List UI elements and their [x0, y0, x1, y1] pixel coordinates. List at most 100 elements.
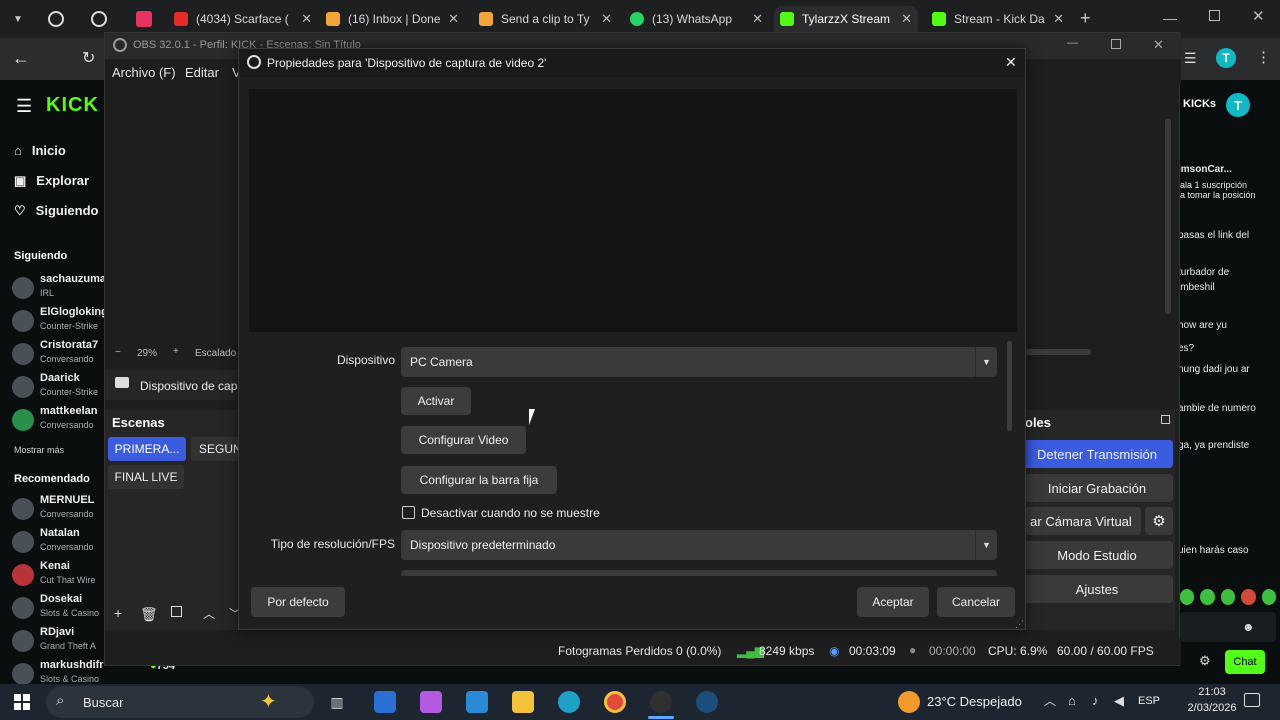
profile-icon[interactable] — [91, 11, 107, 27]
recommended-item[interactable]: RDjavi Grand Theft A — [12, 626, 107, 656]
scene-item[interactable]: FINAL LIVE — [108, 465, 184, 489]
network-icon[interactable]: ⌂ — [1068, 693, 1076, 708]
minimize-icon[interactable]: — — [1163, 10, 1177, 26]
back-icon[interactable]: ← — [12, 48, 30, 69]
menu-editar[interactable]: Editar — [185, 65, 219, 80]
preview-scrollbar[interactable] — [1021, 349, 1091, 355]
virtual-camera-settings-gear-icon[interactable]: ⚙ — [1145, 507, 1173, 535]
chat-input[interactable] — [1180, 612, 1276, 642]
browser-tab[interactable]: (13) WhatsApp ✕ — [624, 6, 769, 32]
cancel-button[interactable]: Cancelar — [937, 587, 1015, 617]
emote-icon[interactable] — [1261, 589, 1277, 605]
start-button[interactable] — [14, 694, 30, 710]
outlook-icon[interactable] — [374, 691, 396, 713]
resize-grip-icon[interactable]: ⋰ — [1015, 619, 1024, 630]
recommended-item[interactable]: MERNUEL Conversando — [12, 494, 107, 524]
microphone-icon[interactable]: ♪ — [1092, 693, 1099, 708]
task-view-icon[interactable]: ▥ — [326, 691, 348, 713]
reload-icon[interactable]: ↻ — [82, 48, 95, 68]
close-window-icon[interactable]: ✕ — [1252, 7, 1265, 25]
weather-text[interactable]: 23°C Despejado — [927, 694, 1022, 709]
configure-video-button[interactable]: Configurar Video — [401, 426, 526, 454]
close-tab-icon[interactable]: ✕ — [1053, 11, 1064, 27]
reading-list-icon[interactable]: ☰ — [1184, 50, 1197, 67]
nav-inicio[interactable]: ⌂ Inicio — [14, 143, 66, 158]
move-up-icon[interactable]: ︿ — [203, 605, 215, 622]
profile-icon[interactable] — [48, 11, 64, 27]
maximize-icon[interactable] — [1209, 10, 1220, 21]
copilot-icon[interactable] — [420, 691, 442, 713]
browser-tab[interactable]: Stream - Kick Da ✕ — [926, 6, 1070, 32]
user-avatar[interactable]: T — [1226, 93, 1250, 117]
maximize-icon[interactable] — [1111, 39, 1121, 49]
new-tab-button[interactable]: + — [1080, 8, 1091, 29]
volume-icon[interactable]: ◀ — [1114, 693, 1124, 709]
steam-icon[interactable] — [696, 691, 718, 713]
browser-tab[interactable]: (16) Inbox | Done ✕ — [320, 6, 465, 32]
activate-button[interactable]: Activar — [401, 387, 471, 415]
recommended-item[interactable]: Natalan Conversando — [12, 527, 107, 557]
settings-button[interactable]: Ajustes — [1021, 575, 1173, 603]
menu-archivo[interactable]: Archivo (F) — [112, 65, 176, 80]
scene-item-selected[interactable]: PRIMERA... — [108, 437, 186, 461]
emote-icon[interactable] — [1180, 589, 1195, 605]
studio-mode-button[interactable]: Modo Estudio — [1021, 541, 1173, 569]
following-item[interactable]: mattkeelan Conversando — [12, 405, 107, 435]
zoom-in-icon[interactable]: + — [173, 346, 179, 357]
taskbar-search[interactable]: ⌕ Buscar ✦ — [46, 686, 314, 718]
defaults-button[interactable]: Por defecto — [251, 587, 345, 617]
stop-stream-button[interactable]: Detener Transmisión — [1021, 440, 1173, 468]
configure-crossbar-button[interactable]: Configurar la barra fija — [401, 466, 557, 494]
obs-taskbar-icon[interactable] — [650, 691, 672, 713]
close-tab-icon[interactable]: ✕ — [448, 11, 459, 27]
dialog-scrollbar[interactable] — [1007, 341, 1012, 431]
browser-tab-active[interactable]: TylarzzX Stream ✕ — [774, 6, 918, 32]
clock-time[interactable]: 21:03 — [1182, 686, 1242, 698]
deactivate-checkbox[interactable] — [402, 506, 415, 519]
edge-icon[interactable] — [558, 691, 580, 713]
clock-date[interactable]: 2/03/2026 — [1182, 702, 1242, 714]
deactivate-checkbox-label[interactable]: Desactivar cuando no se muestre — [421, 506, 600, 520]
profile-avatar[interactable]: T — [1216, 48, 1236, 68]
app-tab-icon[interactable] — [136, 11, 152, 27]
browser-tab[interactable]: (4034) Scarface ( ✕ — [168, 6, 318, 32]
notification-icon[interactable] — [1244, 693, 1260, 707]
close-tab-icon[interactable]: ✕ — [301, 11, 312, 27]
following-item[interactable]: Daarick Counter-Strike — [12, 372, 107, 402]
language-indicator[interactable]: ESP — [1138, 695, 1160, 707]
nav-explorar[interactable]: ▣ Explorar — [14, 173, 89, 189]
resolution-select[interactable]: Dispositivo predeterminado ▼ — [401, 530, 997, 560]
nav-siguiendo[interactable]: ♡ Siguiendo — [14, 203, 99, 219]
store-icon[interactable] — [466, 691, 488, 713]
minimize-icon[interactable]: — — [1067, 37, 1078, 49]
following-item[interactable]: ElGlogloking Counter-Strike — [12, 306, 108, 336]
recommended-item[interactable]: Dosekai Slots & Casino — [12, 593, 107, 623]
emote-bar[interactable] — [1180, 589, 1277, 605]
filter-scene-icon[interactable] — [171, 606, 182, 617]
emoji-icon[interactable]: ☻ — [1242, 620, 1255, 634]
close-window-icon[interactable]: ✕ — [1153, 37, 1164, 53]
chevron-down-icon[interactable]: ▼ — [975, 347, 997, 377]
close-tab-icon[interactable]: ✕ — [601, 11, 612, 27]
emote-icon[interactable] — [1220, 589, 1236, 605]
add-scene-icon[interactable]: + — [114, 605, 122, 621]
hamburger-icon[interactable]: ☰ — [16, 96, 32, 117]
start-recording-button[interactable]: Iniciar Grabación — [1021, 474, 1173, 502]
settings-gear-icon[interactable]: ⚙ — [1199, 653, 1211, 669]
tray-overflow-icon[interactable]: ︿ — [1044, 692, 1056, 709]
scene-item[interactable]: SEGUN — [191, 437, 239, 461]
file-explorer-icon[interactable] — [512, 691, 534, 713]
chat-send-button[interactable]: Chat — [1225, 650, 1265, 674]
close-tab-icon[interactable]: ✕ — [901, 11, 912, 27]
chrome-icon[interactable] — [604, 691, 626, 713]
recommended-item[interactable]: Kenai Cut That Wire — [12, 560, 107, 590]
device-select[interactable]: PC Camera ▼ — [401, 347, 997, 377]
browser-tab[interactable]: Send a clip to Ty ✕ — [473, 6, 618, 32]
tab-list-button[interactable]: ▼ — [8, 10, 28, 28]
kicks-label[interactable]: KICKs — [1183, 98, 1216, 110]
show-more-link[interactable]: Mostrar más — [14, 445, 64, 455]
kick-logo[interactable]: KICK — [46, 94, 99, 117]
close-tab-icon[interactable]: ✕ — [752, 11, 763, 27]
browser-menu-icon[interactable]: ⋮ — [1256, 48, 1271, 66]
source-name[interactable]: Dispositivo de cap — [140, 379, 238, 393]
